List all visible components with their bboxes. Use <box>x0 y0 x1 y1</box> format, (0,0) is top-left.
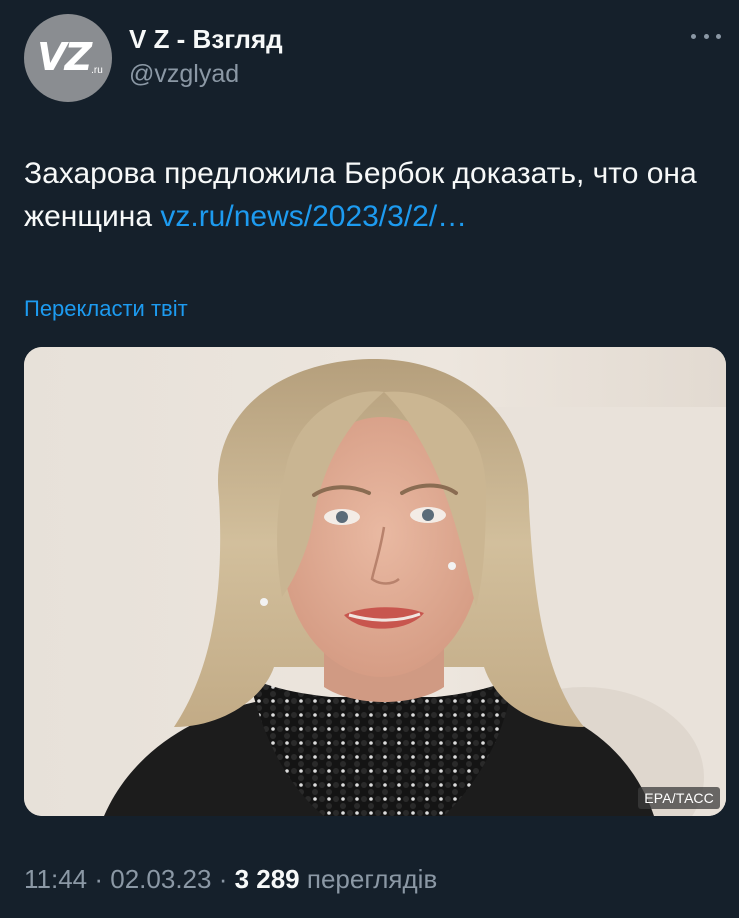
more-dot <box>703 33 709 39</box>
avatar-logo-text: VZ <box>37 35 92 79</box>
meta-separator: · <box>87 864 111 894</box>
meta-separator: · <box>211 864 235 894</box>
portrait-photo <box>24 347 726 816</box>
tweet-meta: 11:44 · 02.03.23 · 3 289 переглядів <box>24 864 437 895</box>
author-handle[interactable]: @vzglyad <box>129 60 239 89</box>
tweet-time[interactable]: 11:44 <box>24 864 87 894</box>
avatar[interactable]: VZ .ru <box>24 14 112 102</box>
more-dot <box>716 33 721 39</box>
more-dot <box>691 33 696 39</box>
views-label: переглядів <box>299 864 438 894</box>
more-options-icon[interactable] <box>691 26 721 46</box>
tweet-card: VZ .ru V Z - Взгляд @vzglyad Захарова пр… <box>0 0 739 918</box>
tweet-text: Захарова предложила Бербок доказать, что… <box>24 152 714 238</box>
media-credit: EPA/ТАСС <box>638 787 720 809</box>
translate-tweet-link[interactable]: Перекласти твіт <box>24 296 188 322</box>
avatar-logo-suffix: .ru <box>91 64 103 76</box>
tweet-media-photo[interactable]: EPA/ТАСС <box>24 347 726 816</box>
views-count[interactable]: 3 289 <box>235 864 300 894</box>
tweet-date[interactable]: 02.03.23 <box>110 864 211 894</box>
tweet-link[interactable]: vz.ru/news/2023/3/2/… <box>160 200 467 233</box>
author-display-name[interactable]: V Z - Взгляд <box>129 24 283 55</box>
